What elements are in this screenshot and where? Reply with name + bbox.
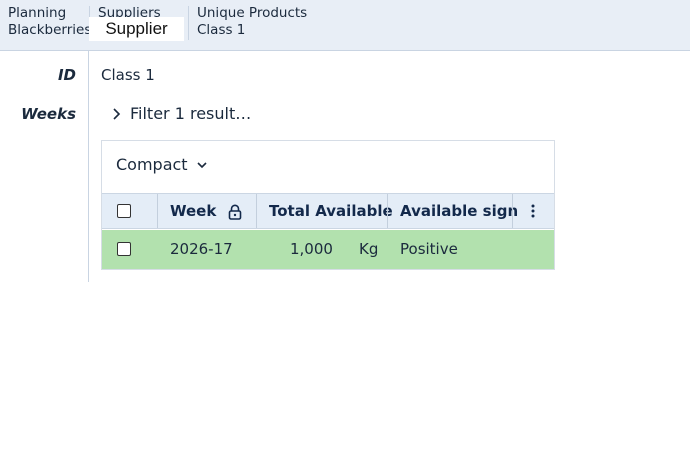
cell-week: 2026-17 xyxy=(170,240,233,258)
filter-text: Filter 1 result… xyxy=(130,104,252,123)
column-header-total-available[interactable]: Total Available xyxy=(269,194,393,228)
id-label: ID xyxy=(57,66,76,84)
column-header-week[interactable]: Week xyxy=(170,194,216,228)
more-vertical-icon[interactable] xyxy=(531,204,535,218)
column-divider[interactable] xyxy=(256,194,257,228)
id-value: Class 1 xyxy=(101,66,155,84)
table-header: Week Total Available Available sign xyxy=(102,193,554,229)
row-checkbox[interactable] xyxy=(117,242,131,256)
breadcrumb-divider xyxy=(188,6,189,40)
breadcrumb-sub: Blackberries xyxy=(8,22,92,38)
breadcrumb-unique-products[interactable]: Unique Products Class 1 xyxy=(197,5,307,39)
column-divider[interactable] xyxy=(387,194,388,228)
cell-unit: Kg xyxy=(359,240,379,258)
select-all-checkbox[interactable] xyxy=(117,204,131,218)
cell-available-sign: Positive xyxy=(400,240,458,258)
breadcrumb-label: Planning xyxy=(8,5,67,21)
breadcrumb-label: Unique Products xyxy=(197,5,308,21)
weeks-table-panel: Compact Week Total Available Available s… xyxy=(101,140,555,270)
lock-icon[interactable] xyxy=(228,204,242,220)
breadcrumb-bar: Planning Blackberries Suppliers Unique P… xyxy=(0,0,690,51)
table-row[interactable]: 2026-17 1,000 Kg Positive xyxy=(102,230,554,269)
view-mode-label: Compact xyxy=(116,155,188,174)
filter-toggle[interactable]: Filter 1 result… xyxy=(112,104,251,123)
column-divider[interactable] xyxy=(157,194,158,228)
breadcrumb-sub: Class 1 xyxy=(197,22,246,38)
tooltip: Supplier xyxy=(89,17,184,41)
column-divider[interactable] xyxy=(512,194,513,228)
weeks-label: Weeks xyxy=(21,105,76,123)
cell-total-available: 1,000 xyxy=(290,240,333,258)
view-mode-dropdown[interactable]: Compact xyxy=(116,155,208,174)
field-divider xyxy=(88,51,89,282)
breadcrumb-planning[interactable]: Planning Blackberries xyxy=(8,5,91,39)
chevron-down-icon xyxy=(197,161,207,168)
column-header-available-sign[interactable]: Available sign xyxy=(400,194,518,228)
chevron-right-icon xyxy=(113,107,121,120)
